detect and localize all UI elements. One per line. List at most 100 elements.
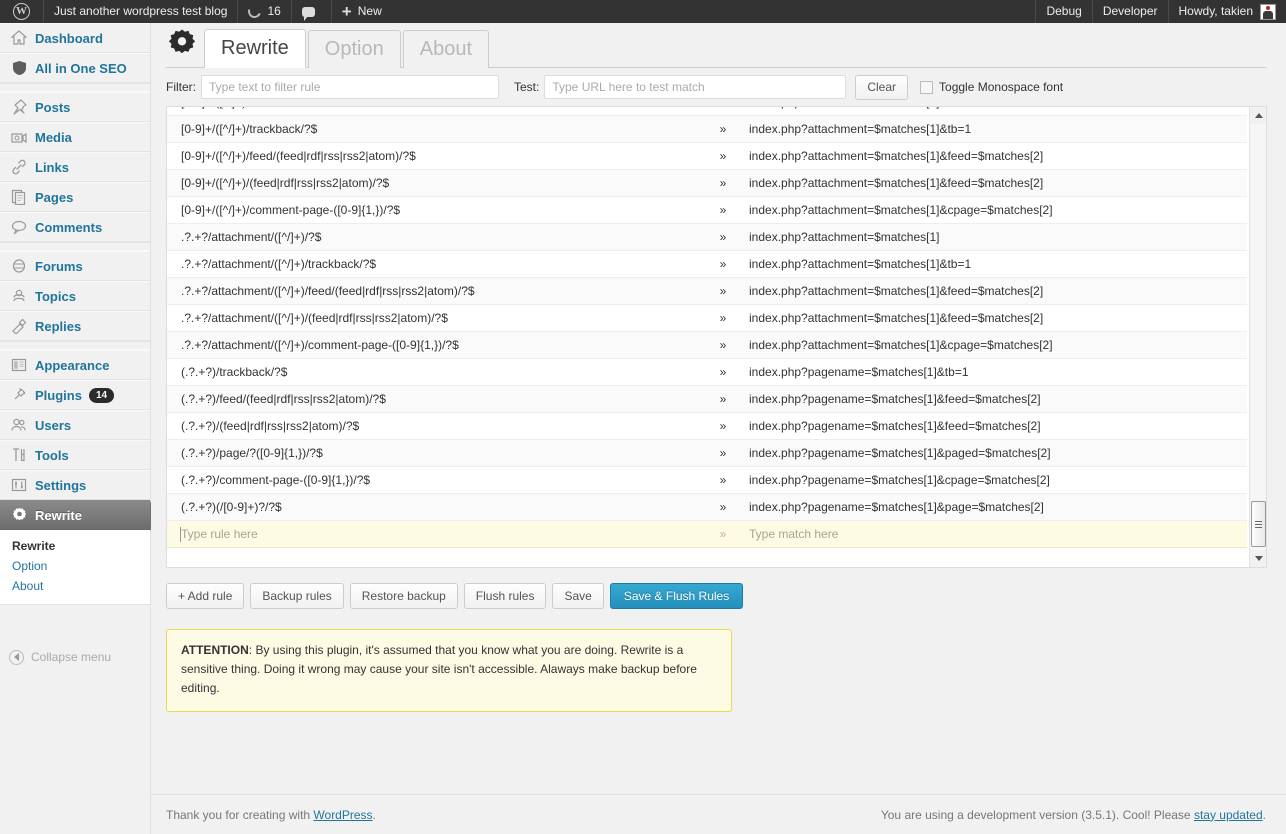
rule-cell[interactable]: (.?.+?)/page/?([0-9]{1,})/?$ [167,439,697,467]
sidebar-item-users[interactable]: Users [0,410,150,440]
rule-cell[interactable]: [0-9]+/([^/]+)/feed/(feed|rdf|rss|rss2|a… [167,142,697,170]
new-match-input[interactable]: Type match here [735,520,1247,548]
test-input[interactable] [544,75,847,99]
site-name-menu[interactable]: Just another wordpress test blog [44,0,239,23]
table-row[interactable]: .?.+?/attachment/([^/]+)/trackback/?$» in… [167,250,1247,278]
scroll-up-arrow-icon[interactable] [1250,107,1266,124]
new-rule-row[interactable]: Type rule here» Type match here [167,520,1247,548]
rule-cell[interactable]: .?.+?/attachment/([^/]+)/comment-page-([… [167,331,697,359]
sidebar-item-topics[interactable]: Topics [0,281,150,311]
match-cell[interactable]: index.php?attachment=$matches[1]&cpage=$… [735,196,1247,224]
table-row[interactable]: [0-9]+/([^/]+)/(feed|rdf|rss|rss2|atom)/… [167,169,1247,197]
restore-backup-button[interactable]: Restore backup [349,583,458,609]
match-cell[interactable]: index.php?pagename=$matches[1]&feed=$mat… [735,385,1247,413]
save-and-flush-rules-button[interactable]: Save & Flush Rules [609,583,744,609]
rule-cell[interactable]: .?.+?/attachment/([^/]+)/(feed|rdf|rss|r… [167,304,697,332]
table-row[interactable]: (.?.+?)/feed/(feed|rdf|rss|rss2|atom)/?$… [167,385,1247,413]
rule-cell[interactable]: [0-9]+/([^/]+)/comment-page-([0-9]{1,})/… [167,196,697,224]
sidebar-item-replies[interactable]: Replies [0,311,150,341]
table-row[interactable]: [0-9]+/([^/]+)/feed/(feed|rdf|rss|rss2|a… [167,142,1247,170]
rule-cell[interactable]: (.?.+?)(/[0-9]+)?/?$ [167,493,697,521]
save-button[interactable]: Save [552,583,604,609]
match-cell[interactable]: index.php?pagename=$matches[1]&page=$mat… [735,493,1247,521]
filter-input[interactable] [201,75,499,99]
updates-button[interactable]: 16 [238,0,292,23]
refresh-icon [246,2,264,21]
my-account-menu[interactable]: Howdy, takien [1167,0,1286,23]
rule-cell[interactable]: .?.+?/attachment/([^/]+)/?$ [167,223,697,251]
rule-cell[interactable]: (.?.+?)/comment-page-([0-9]{1,})/?$ [167,466,697,494]
sidebar-item-rewrite[interactable]: Rewrite [0,500,159,531]
table-row[interactable]: .?.+?/attachment/([^/]+)/feed/(feed|rdf|… [167,277,1247,305]
new-rule-input[interactable]: Type rule here [167,520,697,548]
table-row[interactable]: .?.+?/attachment/([^/]+)/comment-page-([… [167,331,1247,359]
match-cell[interactable]: index.php?attachment=$matches[1]&feed=$m… [735,277,1247,305]
sidebar-item-settings[interactable]: Settings [0,470,150,500]
sidebar-item-media[interactable]: Media [0,122,150,152]
sidebar-item-dashboard[interactable]: Dashboard [0,23,150,53]
match-cell[interactable]: index.php?attachment=$matches[1]&feed=$m… [735,142,1247,170]
sidebar-item-tools[interactable]: Tools [0,440,150,470]
monospace-checkbox[interactable] [920,80,934,94]
match-cell[interactable]: index.php?pagename=$matches[1]&tb=1 [735,358,1247,386]
match-cell[interactable]: index.php?attachment=$matches[1]&tb=1 [735,115,1247,143]
match-cell[interactable]: index.php?attachment=$matches[1]&feed=$m… [735,304,1247,332]
stay-updated-link[interactable]: stay updated [1194,808,1263,822]
table-row[interactable]: .?.+?/attachment/([^/]+)/?$» index.php?at… [167,223,1247,251]
rule-cell[interactable]: .?.+?/attachment/([^/]+)/trackback/?$ [167,250,697,278]
match-cell[interactable]: index.php?pagename=$matches[1]&cpage=$ma… [735,466,1247,494]
submenu-item-option[interactable]: Option [0,556,150,576]
match-cell[interactable]: index.php?attachment=$matches[1]&tb=1 [735,250,1247,278]
backup-rules-button[interactable]: Backup rules [250,583,344,609]
wordpress-logo-icon: W [13,3,30,20]
sidebar-item-comments[interactable]: Comments [0,212,150,242]
sidebar-item-appearance[interactable]: Appearance [0,350,150,380]
table-row[interactable]: [0-9]+/([^/]+)/trackback/?$» index.php?at… [167,115,1247,143]
table-row[interactable]: [0-9]+/([^/]+)/comment-page-([0-9]{1,})/… [167,196,1247,224]
rule-cell[interactable]: [0-9]+/([^/]+)/?$ [167,107,697,116]
rule-cell[interactable]: (.?.+?)/feed/(feed|rdf|rss|rss2|atom)/?$ [167,385,697,413]
table-row[interactable]: (.?.+?)/(feed|rdf|rss|rss2|atom)/?$» inde… [167,412,1247,440]
tab-option[interactable]: Option [307,30,401,68]
flush-rules-button[interactable]: Flush rules [463,583,547,609]
wordpress-link[interactable]: WordPress [313,808,372,822]
scroll-down-arrow-icon[interactable] [1250,550,1266,567]
debug-button[interactable]: Debug [1035,0,1091,23]
vertical-scrollbar[interactable] [1249,107,1266,567]
match-cell[interactable]: index.php?pagename=$matches[1]&paged=$ma… [735,439,1247,467]
match-cell[interactable]: index.php?pagename=$matches[1]&feed=$mat… [735,412,1247,440]
scrollbar-thumb[interactable] [1251,501,1266,547]
sidebar-item-plugins[interactable]: Plugins 14 [0,380,150,410]
table-row[interactable]: [0-9]+/([^/]+)/?$»index.php?attachment=$… [167,107,1247,116]
match-cell[interactable]: index.php?attachment=$matches[1] [735,223,1247,251]
sidebar-item-pages[interactable]: Pages [0,182,150,212]
wordpress-logo-button[interactable]: W [0,0,44,23]
new-content-button[interactable]: + New [332,0,392,23]
comments-button[interactable] [292,0,332,23]
table-row[interactable]: (.?.+?)/comment-page-([0-9]{1,})/?$» inde… [167,466,1247,494]
sidebar-item-forums[interactable]: Forums [0,251,150,281]
submenu-item-rewrite[interactable]: Rewrite [0,536,150,556]
clear-button[interactable]: Clear [855,74,909,100]
match-cell[interactable]: index.php?attachment=$matches[1]&cpage=$… [735,331,1247,359]
table-row[interactable]: (.?.+?)(/[0-9]+)?/?$» index.php?pagename=… [167,493,1247,521]
rule-cell[interactable]: .?.+?/attachment/([^/]+)/feed/(feed|rdf|… [167,277,697,305]
tab-rewrite[interactable]: Rewrite [204,29,306,68]
match-cell[interactable]: index.php?attachment=$matches[1]&feed=$m… [735,169,1247,197]
table-row[interactable]: (.?.+?)/trackback/?$» index.php?pagename=… [167,358,1247,386]
rule-cell[interactable]: (.?.+?)/(feed|rdf|rss|rss2|atom)/?$ [167,412,697,440]
collapse-menu-button[interactable]: Collapse menu [0,643,150,671]
sidebar-item-posts[interactable]: Posts [0,92,150,122]
sidebar-item-all-in-one-seo[interactable]: All in One SEO [0,53,150,83]
table-row[interactable]: (.?.+?)/page/?([0-9]{1,})/?$» index.php?p… [167,439,1247,467]
tab-about[interactable]: About [402,30,489,68]
add-rule-button[interactable]: + Add rule [166,583,245,609]
rule-cell[interactable]: [0-9]+/([^/]+)/trackback/?$ [167,115,697,143]
sidebar-item-links[interactable]: Links [0,152,150,182]
table-row[interactable]: .?.+?/attachment/([^/]+)/(feed|rdf|rss|r… [167,304,1247,332]
rule-cell[interactable]: [0-9]+/([^/]+)/(feed|rdf|rss|rss2|atom)/… [167,169,697,197]
match-cell[interactable]: index.php?attachment=$matches[1] [735,107,1247,116]
submenu-item-about[interactable]: About [0,576,150,596]
rule-cell[interactable]: (.?.+?)/trackback/?$ [167,358,697,386]
developer-button[interactable]: Developer [1091,0,1168,23]
